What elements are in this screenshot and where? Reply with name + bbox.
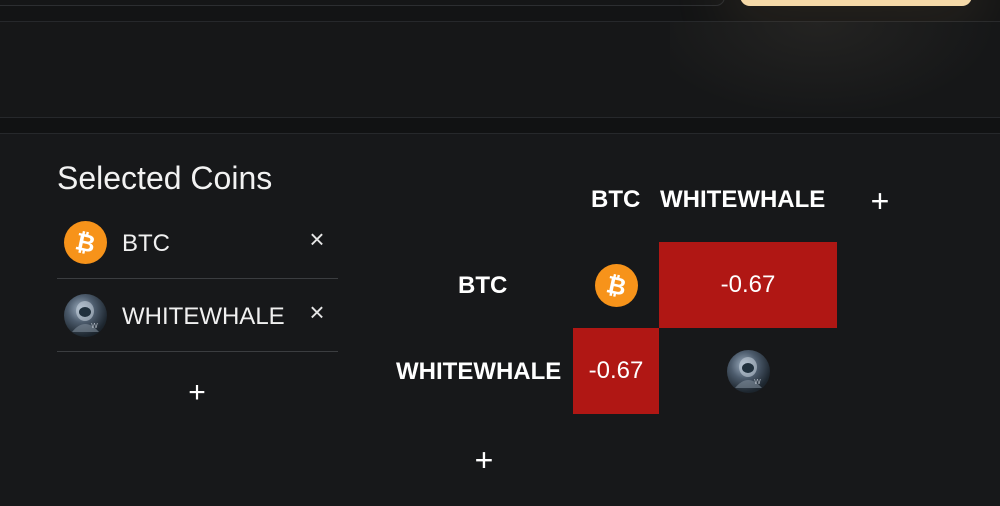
toolbar-band [0,22,1000,118]
top-bar [0,0,1000,22]
primary-action-button[interactable] [740,0,972,6]
bitcoin-icon: ₿ [64,221,107,264]
selected-coin-row-whitewhale: W WHITEWHALE × [57,279,338,352]
add-row-button[interactable]: + [470,443,498,477]
add-coin-button[interactable]: + [183,376,211,410]
svg-text:W: W [91,322,98,330]
coin-label: BTC [122,230,170,257]
matrix-column-header: BTC [591,186,641,213]
search-input[interactable] [0,0,725,6]
matrix-column-header: WHITEWHALE [660,186,826,213]
correlation-cell[interactable]: -0.67 [659,242,837,328]
svg-text:₿: ₿ [604,270,629,301]
coin-label: WHITEWHALE [122,303,285,330]
remove-coin-button[interactable]: × [306,226,328,252]
remove-coin-button[interactable]: × [306,299,328,325]
selected-coins-title: Selected Coins [57,160,273,196]
whitewhale-icon: W [64,294,107,337]
add-column-button[interactable]: + [866,184,894,218]
bitcoin-icon: ₿ [595,264,638,307]
band-glow [670,22,1000,118]
correlation-cell[interactable]: -0.67 [573,328,659,414]
selected-coin-row-btc: ₿ BTC × [57,206,338,279]
svg-text:W: W [754,378,761,386]
whitewhale-icon: W [727,350,770,393]
matrix-row-label: BTC [458,272,508,299]
matrix-row-label: WHITEWHALE [396,358,562,385]
svg-text:₿: ₿ [73,227,98,258]
